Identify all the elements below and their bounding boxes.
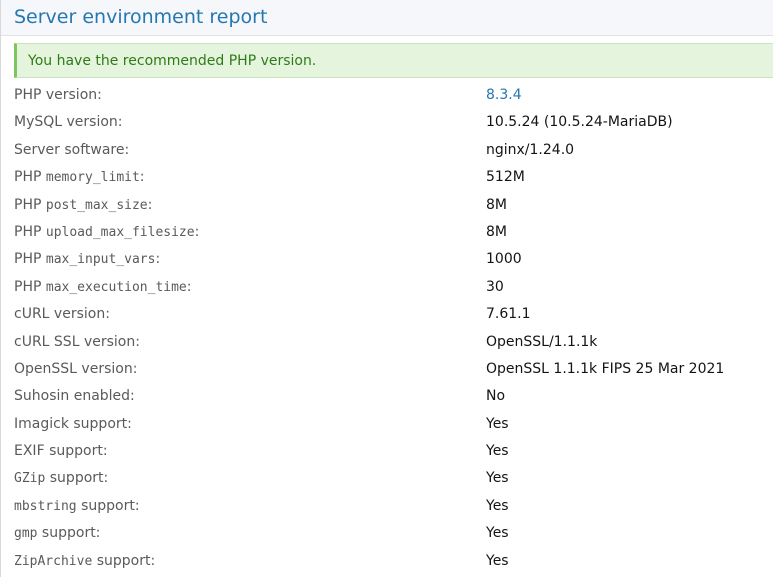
row-value: OpenSSL/1.1.1k <box>486 333 598 350</box>
row-value: 10.5.24 (10.5.24-MariaDB) <box>486 114 673 131</box>
environment-row: PHP upload_max_filesize: 8M <box>1 218 773 245</box>
row-label-suffix: : <box>147 196 153 213</box>
row-label-text: PHP <box>14 196 46 213</box>
row-label-suffix: support: <box>92 552 156 569</box>
environment-row: MySQL version: 10.5.24 (10.5.24-MariaDB) <box>1 108 773 135</box>
row-value: nginx/1.24.0 <box>486 141 575 158</box>
row-label: cURL SSL version: <box>14 333 140 351</box>
row-value: Yes <box>486 470 509 487</box>
row-value: 1000 <box>486 251 522 268</box>
row-value: 8M <box>486 223 507 240</box>
row-label-text: PHP <box>14 278 46 295</box>
row-label-suffix: : <box>194 223 200 240</box>
panel-title: Server environment report <box>14 6 268 28</box>
row-label-text: MySQL version: <box>14 114 123 131</box>
row-value: 512M <box>486 169 525 186</box>
row-label: Server software: <box>14 141 129 159</box>
row-label-text: Server software: <box>14 141 130 158</box>
row-label-code: gmp <box>14 526 38 542</box>
row-label: OpenSSL version: <box>14 360 137 378</box>
row-label-code: mbstring <box>14 498 77 514</box>
environment-row: Imagick support: Yes <box>1 410 773 437</box>
row-label: EXIF support: <box>14 442 108 460</box>
row-label: Imagick support: <box>14 415 132 433</box>
environment-row: PHP memory_limit: 512M <box>1 163 773 190</box>
server-environment-panel: Server environment report You have the r… <box>0 0 773 577</box>
row-label-code: max_execution_time <box>45 279 187 295</box>
row-label-suffix: : <box>186 278 192 295</box>
row-value: Yes <box>486 415 509 432</box>
success-alert: You have the recommended PHP version. <box>14 43 773 78</box>
version-link[interactable]: 8.3.4 <box>486 86 522 104</box>
row-label-code: max_input_vars <box>45 252 156 268</box>
environment-row: EXIF support: Yes <box>1 437 773 464</box>
row-label-text: PHP <box>14 223 46 240</box>
row-label-code: ZipArchive <box>14 553 93 569</box>
row-label-suffix: : <box>155 251 161 268</box>
row-label: PHP post_max_size: <box>14 196 152 215</box>
environment-row: GZip support: Yes <box>1 464 773 491</box>
row-value: 30 <box>486 278 504 295</box>
row-label-suffix: : <box>139 169 145 186</box>
environment-row: PHP max_execution_time: 30 <box>1 273 773 300</box>
environment-row: PHP post_max_size: 8M <box>1 191 773 218</box>
row-label-code: GZip <box>14 471 46 487</box>
environment-row: PHP version: 8.3.4 <box>1 81 773 108</box>
environment-row: cURL version: 7.61.1 <box>1 300 773 327</box>
row-label-suffix: support: <box>37 525 101 542</box>
environment-row: OpenSSL version: OpenSSL 1.1.1k FIPS 25 M… <box>1 355 773 382</box>
row-label: PHP version: <box>14 86 102 104</box>
row-label-text: OpenSSL version: <box>14 360 138 377</box>
row-label-suffix: support: <box>76 497 140 514</box>
environment-row: cURL SSL version: OpenSSL/1.1.1k <box>1 328 773 355</box>
environment-row: PHP max_input_vars: 1000 <box>1 245 773 272</box>
row-label-code: upload_max_filesize <box>45 224 195 240</box>
alert-message: You have the recommended PHP version. <box>28 53 317 69</box>
environment-details-list: PHP version: 8.3.4 MySQL version: 10.5.24 (… <box>1 81 773 574</box>
row-value: Yes <box>486 552 509 569</box>
row-label-text: cURL SSL version: <box>14 333 140 350</box>
row-label-text: PHP <box>14 169 46 186</box>
row-label: ZipArchive support: <box>14 552 155 571</box>
row-label-text: Imagick support: <box>14 415 132 432</box>
row-value: No <box>486 388 506 405</box>
row-label: PHP memory_limit: <box>14 168 145 187</box>
row-label: mbstring support: <box>14 497 140 516</box>
row-value: 7.61.1 <box>486 306 531 323</box>
row-label-text: PHP <box>14 251 46 268</box>
panel-header: Server environment report <box>1 0 773 36</box>
row-label: PHP max_execution_time: <box>14 278 191 297</box>
environment-row: gmp support: Yes <box>1 519 773 546</box>
row-label-text: cURL version: <box>14 306 110 323</box>
row-label: gmp support: <box>14 524 100 543</box>
row-value: Yes <box>486 525 509 542</box>
row-label-text: EXIF support: <box>14 443 108 460</box>
row-label: PHP upload_max_filesize: <box>14 223 199 242</box>
row-label-code: post_max_size <box>45 197 148 213</box>
row-label-code: memory_limit <box>45 170 140 186</box>
row-value: Yes <box>486 497 509 514</box>
row-label-text: Suhosin enabled: <box>14 388 135 405</box>
environment-row: ZipArchive support: Yes <box>1 547 773 574</box>
environment-row: mbstring support: Yes <box>1 492 773 519</box>
row-label: cURL version: <box>14 305 110 323</box>
environment-row: Server software: nginx/1.24.0 <box>1 136 773 163</box>
row-label: PHP max_input_vars: <box>14 250 160 269</box>
row-label-suffix: support: <box>45 470 109 487</box>
row-value: Yes <box>486 443 509 460</box>
row-label: MySQL version: <box>14 113 123 131</box>
environment-row: Suhosin enabled: No <box>1 382 773 409</box>
row-label-text: PHP version: <box>14 87 102 103</box>
row-label: Suhosin enabled: <box>14 387 135 405</box>
row-value: 8M <box>486 196 507 213</box>
row-value: OpenSSL 1.1.1k FIPS 25 Mar 2021 <box>486 360 725 377</box>
row-label: GZip support: <box>14 469 108 488</box>
